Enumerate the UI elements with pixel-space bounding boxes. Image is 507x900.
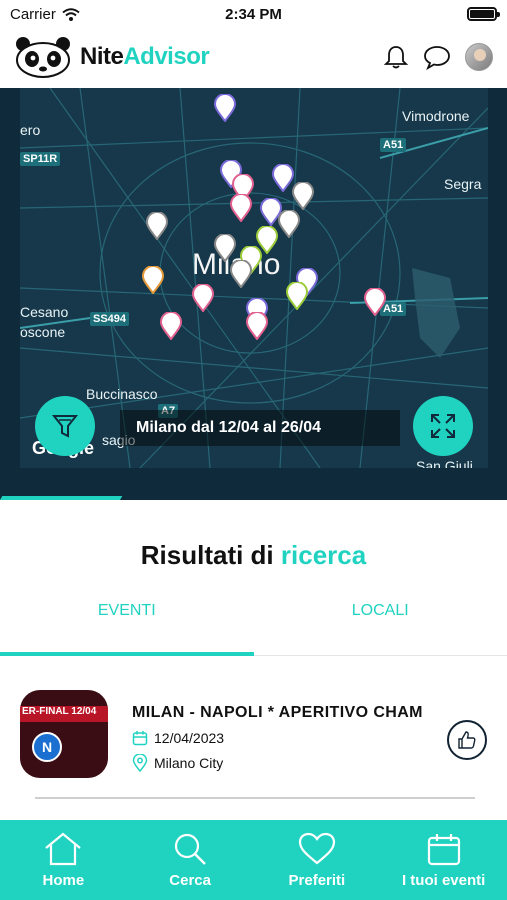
- map-label-sangiuli: San Giuli: [416, 458, 473, 468]
- home-icon: [45, 832, 82, 865]
- map-pin[interactable]: [278, 210, 300, 238]
- search-icon: [175, 833, 206, 865]
- nav-home-label: Home: [42, 871, 85, 889]
- nav-preferiti-label: Preferiti: [288, 871, 346, 889]
- like-button[interactable]: [447, 720, 487, 760]
- avatar[interactable]: [465, 43, 493, 71]
- filter-icon: [51, 415, 79, 438]
- thumbs-up-icon: [458, 731, 476, 749]
- map-pin[interactable]: [246, 312, 268, 340]
- map-label-buccinasco: Buccinasco: [86, 386, 158, 402]
- brand-name: NiteAdvisor: [80, 43, 210, 71]
- brand-name-part1: Nite: [80, 43, 124, 70]
- status-bar: Carrier 2:34 PM: [0, 0, 507, 28]
- calendar-icon: [427, 833, 460, 865]
- map-pin[interactable]: [286, 282, 308, 310]
- map-pin[interactable]: [214, 234, 236, 262]
- panda-logo-icon: [16, 37, 70, 78]
- map-pin[interactable]: [192, 284, 214, 312]
- event-thumbnail-banner: ER-FINAL 12/04: [20, 706, 108, 722]
- event-info: MILAN - NAPOLI * APERITIVO CHAM 12/04/20…: [132, 690, 442, 790]
- nav-cerca[interactable]: Cerca: [127, 820, 254, 900]
- wifi-icon: [62, 7, 80, 21]
- tab-locali[interactable]: LOCALI: [254, 600, 507, 655]
- event-title: MILAN - NAPOLI * APERITIVO CHAM: [132, 704, 423, 721]
- map-teal-accent: [0, 496, 123, 500]
- map-pin[interactable]: [160, 312, 182, 340]
- map-badge-a51-top: A51: [380, 138, 407, 152]
- map-badge-ss494: SS494: [90, 312, 130, 326]
- map-date-caption: Milano dal 12/04 al 26/04: [120, 410, 400, 446]
- nav-i-tuoi-eventi-label: I tuoi eventi: [401, 871, 486, 889]
- map-label-ero: ero: [20, 122, 41, 138]
- map-pin[interactable]: [142, 266, 164, 294]
- nav-home[interactable]: Home: [0, 820, 127, 900]
- results-title-main: Risultati di: [140, 540, 274, 570]
- map-container[interactable]: ero Vimodrone Segra Cesano oscone Buccin…: [0, 88, 507, 500]
- tab-eventi[interactable]: EVENTI: [0, 600, 254, 656]
- tab-eventi-label: EVENTI: [97, 602, 156, 619]
- event-date: 12/04/2023: [154, 730, 225, 746]
- heart-icon: [298, 832, 335, 864]
- nav-preferiti[interactable]: Preferiti: [254, 820, 381, 900]
- map-pin[interactable]: [146, 212, 168, 240]
- app-header: NiteAdvisor: [0, 28, 507, 86]
- event-card[interactable]: ER-FINAL 12/04 N MILAN - NAPOLI * APERIT…: [20, 690, 487, 790]
- results-title: Risultati di ricerca: [0, 540, 507, 571]
- bell-icon[interactable]: [383, 44, 409, 70]
- map-badge-sp11r: SP11R: [20, 152, 61, 166]
- map-label-segra: Segra: [444, 176, 482, 192]
- nav-i-tuoi-eventi[interactable]: I tuoi eventi: [380, 820, 507, 900]
- map-pin[interactable]: [292, 182, 314, 210]
- napoli-crest-icon: N: [32, 732, 62, 762]
- carrier-label: Carrier: [10, 5, 56, 23]
- brand-name-part2: Advisor: [123, 43, 210, 70]
- nav-cerca-label: Cerca: [169, 871, 211, 889]
- expand-icon: [431, 414, 455, 438]
- brand[interactable]: NiteAdvisor: [14, 36, 210, 78]
- bottom-nav: Home Cerca Preferiti I tuoi eventi: [0, 820, 507, 900]
- map-pin[interactable]: [272, 164, 294, 192]
- map-label-vimodrone: Vimodrone: [402, 108, 470, 124]
- map-label-cesano: Cesano: [20, 304, 69, 320]
- event-location-row: Milano City: [132, 754, 442, 772]
- expand-map-button[interactable]: [413, 396, 473, 456]
- event-location: Milano City: [154, 755, 224, 771]
- header-actions: [383, 43, 493, 71]
- map-label-boscone: oscone: [20, 324, 66, 340]
- results-tabs: EVENTI LOCALI: [0, 600, 507, 656]
- map-pin[interactable]: [214, 94, 236, 122]
- status-left: Carrier: [10, 6, 80, 23]
- event-thumbnail: ER-FINAL 12/04 N: [20, 690, 108, 778]
- tab-locali-label: LOCALI: [351, 602, 409, 619]
- battery-icon: [467, 7, 500, 21]
- filter-button[interactable]: [35, 396, 95, 456]
- event-date-row: 12/04/2023: [132, 730, 442, 746]
- map-pin[interactable]: [364, 288, 386, 316]
- calendar-icon: [132, 731, 148, 746]
- location-pin-icon: [132, 754, 148, 772]
- results-title-highlight: ricerca: [280, 540, 367, 570]
- chat-icon[interactable]: [423, 44, 451, 70]
- list-divider: [35, 797, 475, 799]
- map-pin[interactable]: [230, 194, 252, 222]
- map-pin[interactable]: [230, 260, 252, 288]
